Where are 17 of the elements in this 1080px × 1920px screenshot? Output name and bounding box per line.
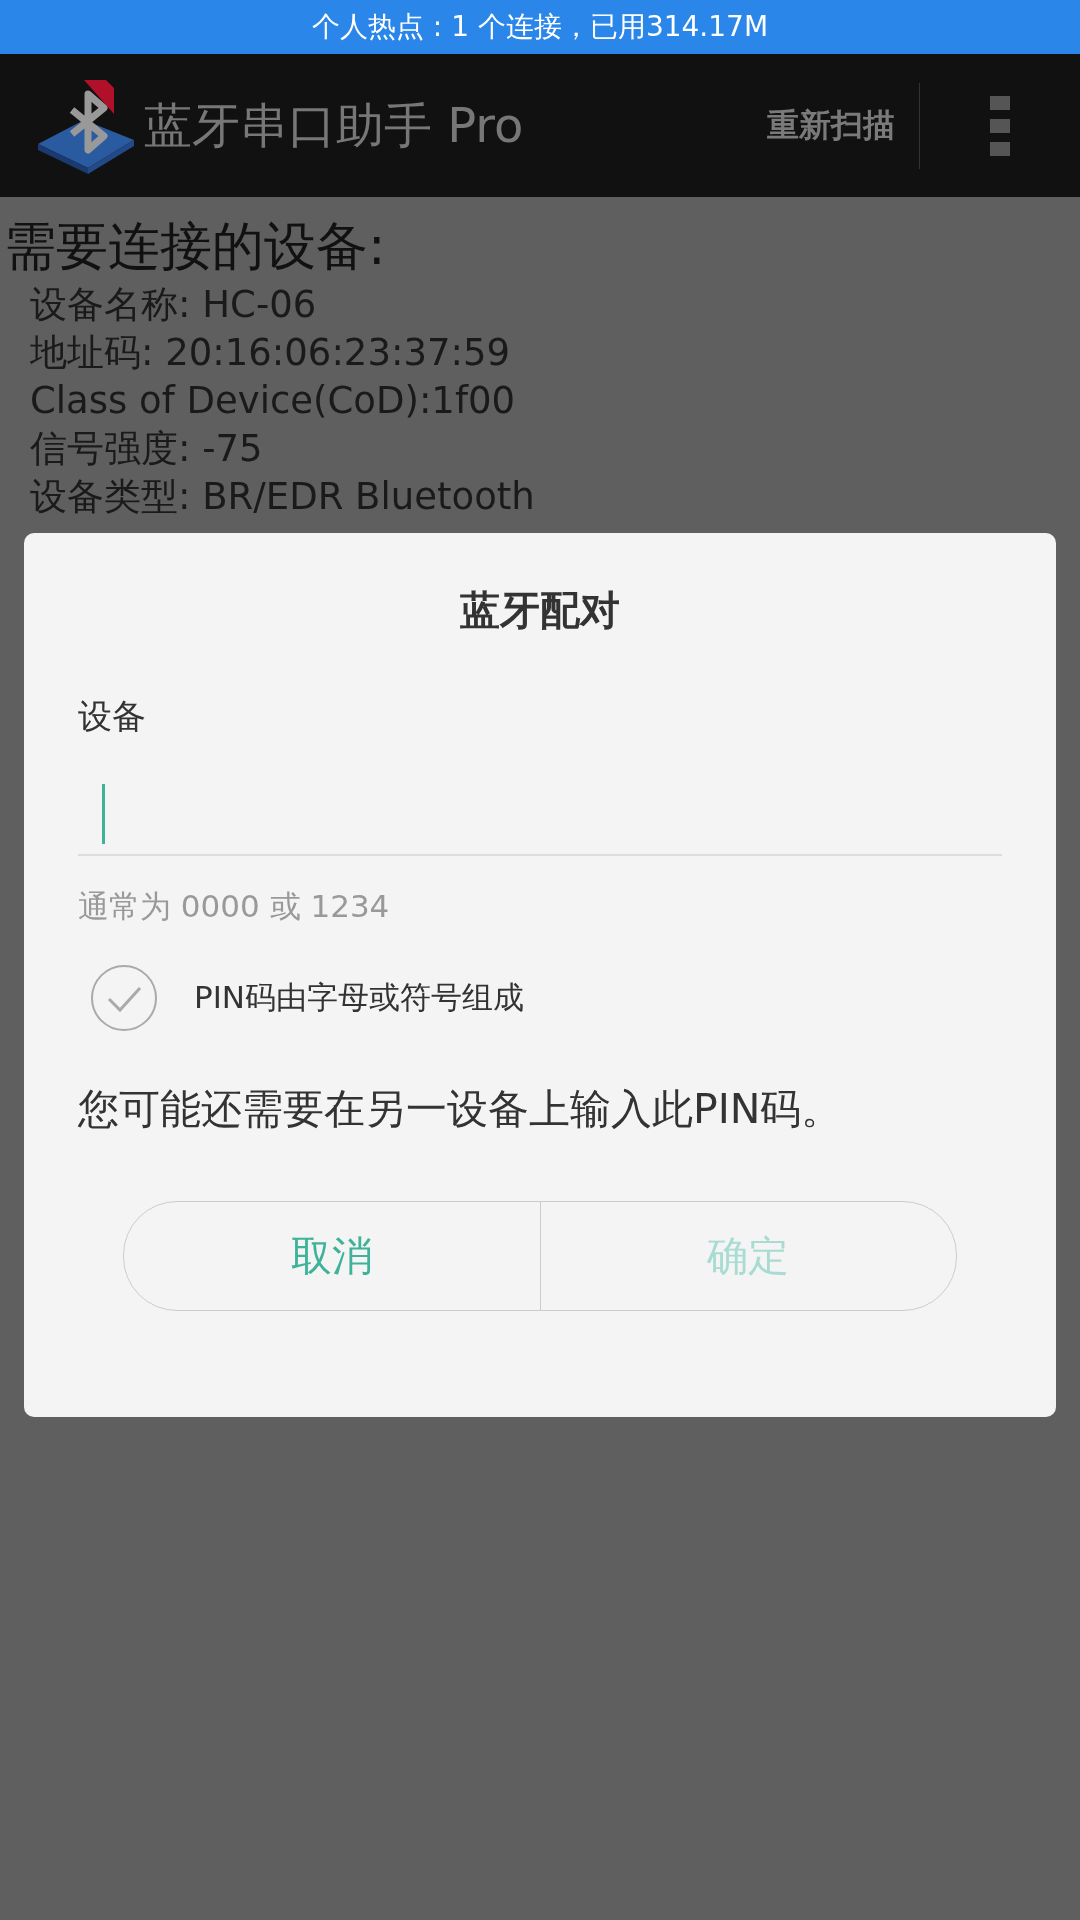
dialog-message: 您可能还需要在另一设备上输入此PIN码。 [78,1084,844,1135]
rescan-button[interactable]: 重新扫描 [743,75,919,176]
checkbox-label: PIN码由字母或符号组成 [194,978,525,1017]
device-label: 设备 [78,695,147,738]
device-detail: 信号强度: -75 [30,426,264,472]
device-detail: 设备名称: HC-06 [30,282,318,328]
device-detail: 设备类型: BR/EDR Bluetooth [30,474,536,520]
dialog-title: 蓝牙配对 [459,586,621,635]
pin-hint: 通常为 0000 或 1234 [78,887,391,926]
checkbox[interactable] [90,964,158,1032]
section-heading: 需要连接的设备: [4,215,387,278]
device-detail: Class of Device(CoD):1f00 [30,378,516,424]
overflow-menu-icon[interactable] [990,95,1010,156]
device-detail: 地址码: 20:16:06:23:37:59 [30,330,512,376]
hotspot-status: 个人热点 : 1 个连接，已用314.17M [311,9,769,45]
cancel-button[interactable]: 取消 [124,1202,540,1310]
app-title: 蓝牙串口助手 Pro [144,95,525,155]
